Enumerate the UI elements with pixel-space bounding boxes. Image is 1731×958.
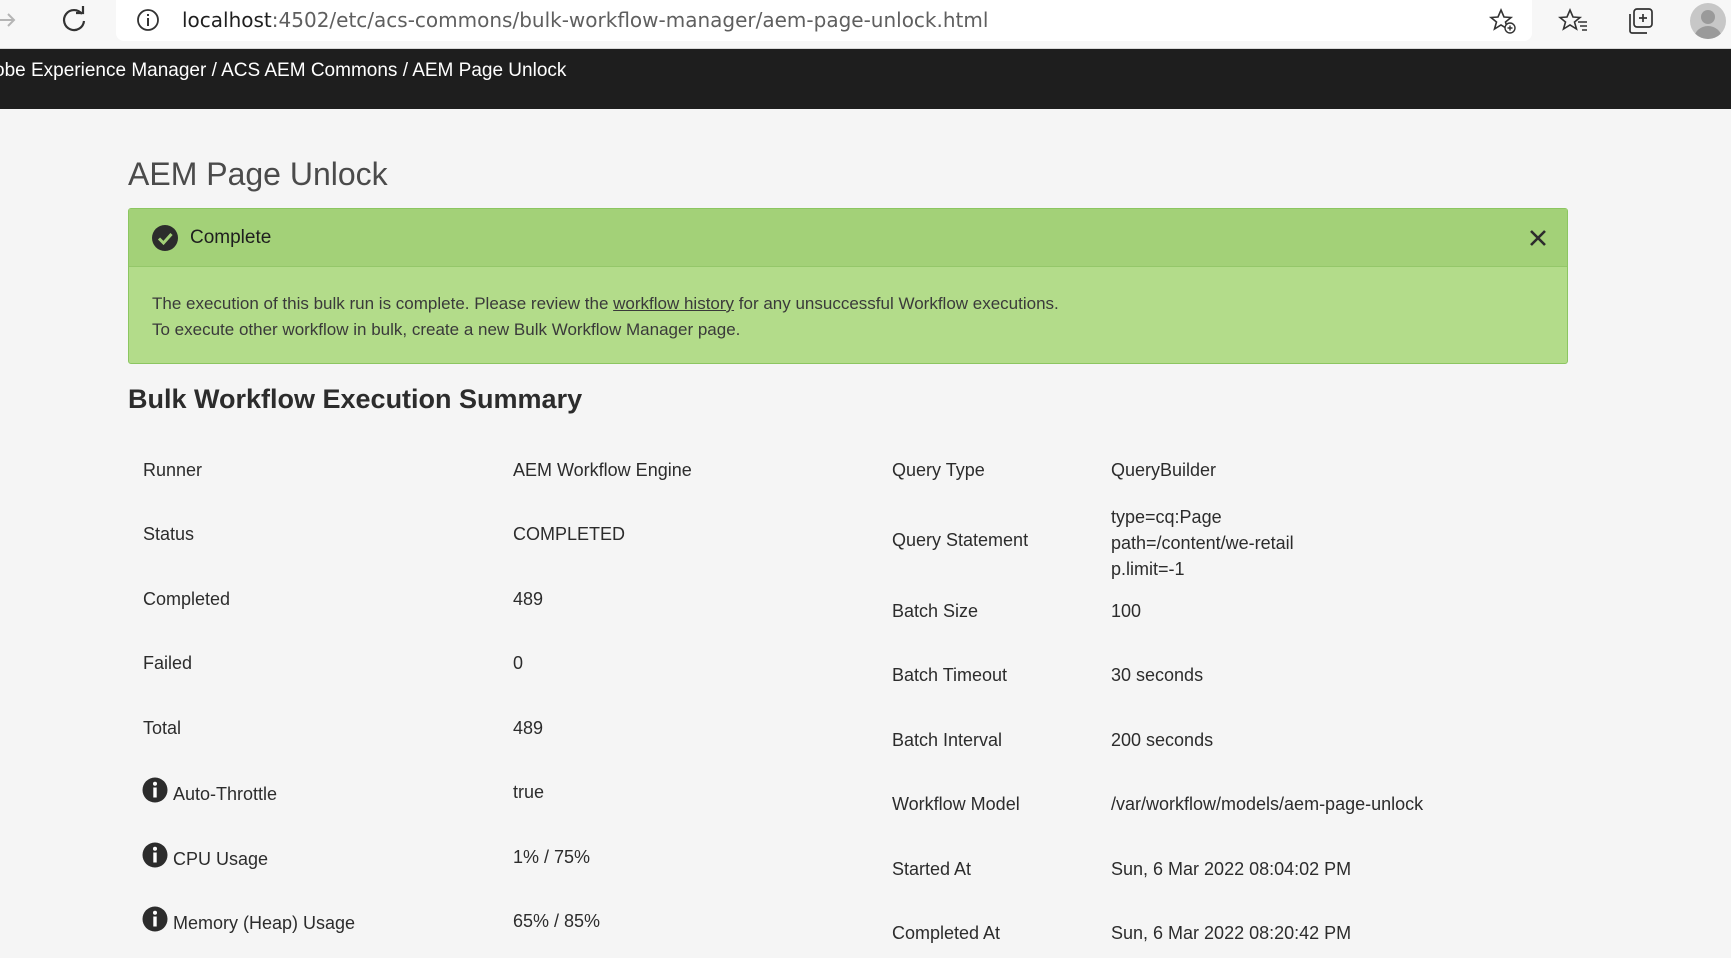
reload-icon[interactable]	[58, 4, 90, 36]
auto-throttle-label: Auto-Throttle	[173, 784, 278, 804]
status-value: COMPLETED	[513, 524, 626, 544]
check-circle-icon	[151, 224, 179, 252]
batch-interval-value: 200 seconds	[1111, 730, 1214, 750]
query-type-value: QueryBuilder	[1111, 460, 1217, 480]
browser-toolbar: localhost:4502/etc/acs-commons/bulk-work…	[0, 0, 1731, 49]
close-icon[interactable]	[1527, 227, 1549, 249]
alert-line-1: The execution of this bulk run is comple…	[152, 291, 1059, 317]
completed-at-value: Sun, 6 Mar 2022 08:20:42 PM	[1111, 923, 1352, 943]
summary-title: Bulk Workflow Execution Summary	[128, 384, 583, 414]
add-favorite-icon[interactable]	[1488, 6, 1518, 36]
failed-value: 0	[513, 653, 524, 673]
query-statement-label: Query Statement	[892, 530, 1029, 550]
started-at-label: Started At	[892, 859, 972, 879]
failed-label: Failed	[143, 653, 193, 673]
url-host: localhost	[182, 8, 272, 32]
alert-line-2: To execute other workflow in bulk, creat…	[152, 320, 741, 339]
started-at-value: Sun, 6 Mar 2022 08:04:02 PM	[1111, 859, 1352, 879]
address-bar[interactable]: localhost:4502/etc/acs-commons/bulk-work…	[116, 0, 1532, 41]
workflow-history-link[interactable]: workflow history	[613, 294, 734, 313]
total-value: 489	[513, 718, 544, 738]
runner-label: Runner	[143, 460, 203, 480]
alert-body: The execution of this bulk run is comple…	[152, 291, 1059, 343]
alert-text-after: for any unsuccessful Workflow executions…	[734, 294, 1059, 313]
collections-icon[interactable]	[1625, 5, 1657, 37]
status-label: Status	[143, 524, 195, 544]
completed-value: 489	[513, 589, 544, 609]
breadcrumb[interactable]: obe Experience Manager / ACS AEM Commons…	[0, 60, 566, 82]
forward-arrow-icon[interactable]	[0, 6, 20, 34]
alert-title: Complete	[190, 227, 272, 248]
cpu-usage-label: CPU Usage	[173, 849, 269, 869]
auto-throttle-value: true	[513, 782, 545, 802]
workflow-model-value: /var/workflow/models/aem-page-unlock	[1111, 794, 1424, 814]
completed-label: Completed	[143, 589, 231, 609]
batch-timeout-value: 30 seconds	[1111, 665, 1204, 685]
workflow-model-label: Workflow Model	[892, 794, 1020, 814]
memory-usage-info-icon[interactable]	[142, 906, 168, 932]
query-statement-line: path=/content/we-retail	[1111, 533, 1294, 553]
aem-header: obe Experience Manager / ACS AEM Commons…	[0, 49, 1731, 109]
batch-size-label: Batch Size	[892, 601, 979, 621]
completed-at-label: Completed At	[892, 923, 1001, 943]
alert-header: Complete	[129, 209, 1567, 267]
complete-alert: Complete The execution of this bulk run …	[128, 208, 1568, 364]
memory-usage-value: 65% / 85%	[513, 911, 601, 931]
url-path: :4502/etc/acs-commons/bulk-workflow-mana…	[271, 8, 989, 32]
cpu-usage-info-icon[interactable]	[142, 842, 168, 868]
info-icon[interactable]	[136, 8, 160, 32]
avatar-icon[interactable]	[1690, 3, 1726, 39]
query-type-label: Query Type	[892, 460, 985, 480]
runner-value: AEM Workflow Engine	[513, 460, 692, 480]
page-title: AEM Page Unlock	[128, 156, 388, 192]
query-statement-line: type=cq:Page	[1111, 507, 1222, 527]
auto-throttle-info-icon[interactable]	[142, 777, 168, 803]
query-statement-value: type=cq:Page path=/content/we-retail p.l…	[1111, 504, 1294, 582]
batch-interval-label: Batch Interval	[892, 730, 1003, 750]
cpu-usage-value: 1% / 75%	[513, 847, 591, 867]
memory-usage-label: Memory (Heap) Usage	[173, 913, 356, 933]
total-label: Total	[143, 718, 182, 738]
favorites-icon[interactable]	[1557, 5, 1590, 37]
url-text[interactable]: localhost:4502/etc/acs-commons/bulk-work…	[182, 8, 988, 32]
query-statement-line: p.limit=-1	[1111, 559, 1185, 579]
alert-text-before: The execution of this bulk run is comple…	[152, 294, 614, 313]
batch-size-value: 100	[1111, 601, 1142, 621]
batch-timeout-label: Batch Timeout	[892, 665, 1008, 685]
